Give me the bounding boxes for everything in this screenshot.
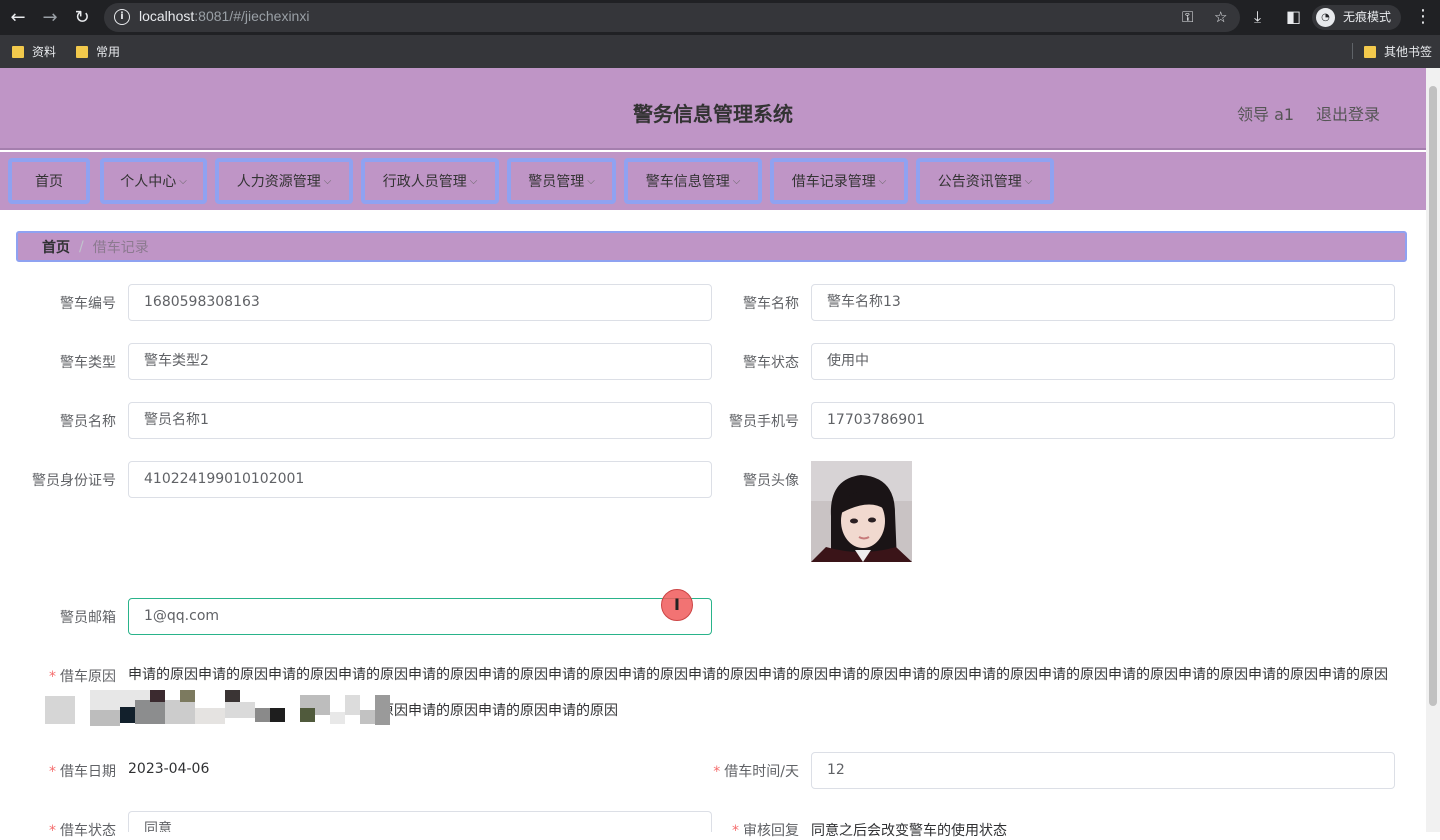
borrow-date-label: * 借车日期 xyxy=(49,764,116,780)
menu-item-home[interactable]: 首页 xyxy=(8,158,90,204)
officer-name-field[interactable]: 警员名称1 xyxy=(128,402,712,439)
chevron-down-icon: ⌵ xyxy=(587,175,595,187)
divider xyxy=(1352,43,1353,59)
bookmark-folder[interactable]: 资料 xyxy=(12,43,56,60)
officer-phone-label: 警员手机号 xyxy=(729,414,799,430)
officer-id-field[interactable]: 410224199010102001 xyxy=(128,461,712,498)
text-cursor-icon: I xyxy=(661,589,693,621)
menu-item-admin-staff[interactable]: 行政人员管理 ⌵ xyxy=(361,158,499,204)
car-type-label: 警车类型 xyxy=(60,355,116,371)
car-no-label: 警车编号 xyxy=(60,296,116,312)
chevron-down-icon: ⌵ xyxy=(878,175,887,187)
browser-toolbar: ← → ↻ i localhost:8081/#/jiechexinxi ⚿ ☆… xyxy=(0,0,1440,35)
app-header: 警务信息管理系统 领导 a1 退出登录 xyxy=(0,68,1426,150)
page-title: 警务信息管理系统 xyxy=(633,102,793,126)
download-icon[interactable]: ⤓ xyxy=(1254,7,1261,27)
mosaic-image xyxy=(45,690,390,730)
other-bookmarks[interactable]: 其他书签 xyxy=(1364,43,1432,60)
required-mark: * xyxy=(713,764,721,780)
officer-name-label: 警员名称 xyxy=(60,414,116,430)
menu-item-borrow-records[interactable]: 借车记录管理 ⌵ xyxy=(770,158,908,204)
menu-item-announcements[interactable]: 公告资讯管理 ⌵ xyxy=(916,158,1054,204)
breadcrumb: 首页 / 借车记录 xyxy=(16,231,1407,262)
back-icon[interactable]: ← xyxy=(6,6,30,30)
breadcrumb-home[interactable]: 首页 xyxy=(42,237,70,257)
required-mark: * xyxy=(732,823,739,839)
borrow-date-value: 2023-04-06 xyxy=(128,761,210,777)
breadcrumb-current: 借车记录 xyxy=(92,239,149,256)
review-reply-value: 同意之后会改变警车的使用状态 xyxy=(811,823,1007,839)
borrow-days-label: * 借车时间/天 xyxy=(713,764,799,780)
folder-icon xyxy=(12,45,24,58)
forward-icon[interactable]: → xyxy=(38,6,62,30)
star-icon[interactable]: ☆ xyxy=(1214,8,1227,26)
bookmark-folder[interactable]: 常用 xyxy=(76,43,120,60)
url-text[interactable]: localhost:8081/#/jiechexinxi xyxy=(139,8,309,24)
incognito-badge[interactable]: ◔ 无痕模式 xyxy=(1312,5,1402,30)
chevron-down-icon: ⌵ xyxy=(732,175,741,187)
pixelated-redaction xyxy=(45,690,390,730)
car-name-label: 警车名称 xyxy=(743,296,799,312)
chevron-down-icon: ⌵ xyxy=(179,175,187,187)
required-mark: * xyxy=(49,669,56,685)
officer-avatar-label: 警员头像 xyxy=(743,473,799,489)
review-reply-label: * 审核回复 xyxy=(732,823,799,839)
bookmarks-bar: 资料 常用 其他书签 xyxy=(0,35,1440,68)
scrollbar-thumb[interactable] xyxy=(1429,86,1437,706)
borrow-status-label: * 借车状态 xyxy=(49,823,116,839)
borrow-days-field[interactable]: 12 xyxy=(811,752,1395,789)
officer-phone-field[interactable]: 17703786901 xyxy=(811,402,1395,439)
reason-label: * 借车原因 xyxy=(49,669,116,685)
chevron-down-icon: ⌵ xyxy=(1024,175,1033,187)
menu-item-officers[interactable]: 警员管理 ⌵ xyxy=(507,158,616,204)
officer-email-label: 警员邮箱 xyxy=(60,610,116,626)
officer-email-field[interactable]: 1@qq.com xyxy=(128,598,712,635)
officer-id-label: 警员身份证号 xyxy=(32,473,116,489)
officer-avatar-image[interactable] xyxy=(811,461,912,562)
car-type-field[interactable]: 警车类型2 xyxy=(128,343,712,380)
menu-item-police-cars[interactable]: 警车信息管理 ⌵ xyxy=(624,158,762,204)
car-status-field[interactable]: 使用中 xyxy=(811,343,1395,380)
car-no-field[interactable]: 1680598308163 xyxy=(128,284,712,321)
incognito-icon: ◔ xyxy=(1316,8,1335,27)
main-menu: 首页 个人中心 ⌵ 人力资源管理 ⌵ 行政人员管理 ⌵ 警员管理 ⌵ 警车信息管理 ⌵ 借… xyxy=(0,152,1426,210)
address-bar[interactable]: i localhost:8081/#/jiechexinxi ⚿ ☆ xyxy=(104,3,1240,32)
breadcrumb-separator: / xyxy=(79,238,84,255)
menu-item-personal-center[interactable]: 个人中心 ⌵ xyxy=(100,158,207,204)
key-icon[interactable]: ⚿ xyxy=(1182,8,1193,26)
more-menu-icon[interactable]: ⋮ xyxy=(1414,6,1432,27)
chevron-down-icon: ⌵ xyxy=(469,175,478,187)
folder-icon xyxy=(76,45,88,58)
chevron-down-icon: ⌵ xyxy=(323,175,332,187)
page-scrollbar[interactable] xyxy=(1426,68,1440,832)
logout-button[interactable]: 退出登录 xyxy=(1316,101,1380,125)
menu-item-hr[interactable]: 人力资源管理 ⌵ xyxy=(215,158,353,204)
reload-icon[interactable]: ↻ xyxy=(70,6,94,30)
required-mark: * xyxy=(49,823,56,839)
avatar-portrait xyxy=(811,461,912,562)
required-mark: * xyxy=(49,764,56,780)
side-panel-icon[interactable]: ◧ xyxy=(1286,7,1301,26)
borrow-status-field[interactable]: 同意 xyxy=(128,811,712,832)
current-user: 领导 a1 xyxy=(1237,105,1295,124)
car-name-field[interactable]: 警车名称13 xyxy=(811,284,1395,321)
info-icon[interactable]: i xyxy=(114,9,130,25)
folder-icon xyxy=(1364,45,1376,58)
car-status-label: 警车状态 xyxy=(743,355,799,371)
